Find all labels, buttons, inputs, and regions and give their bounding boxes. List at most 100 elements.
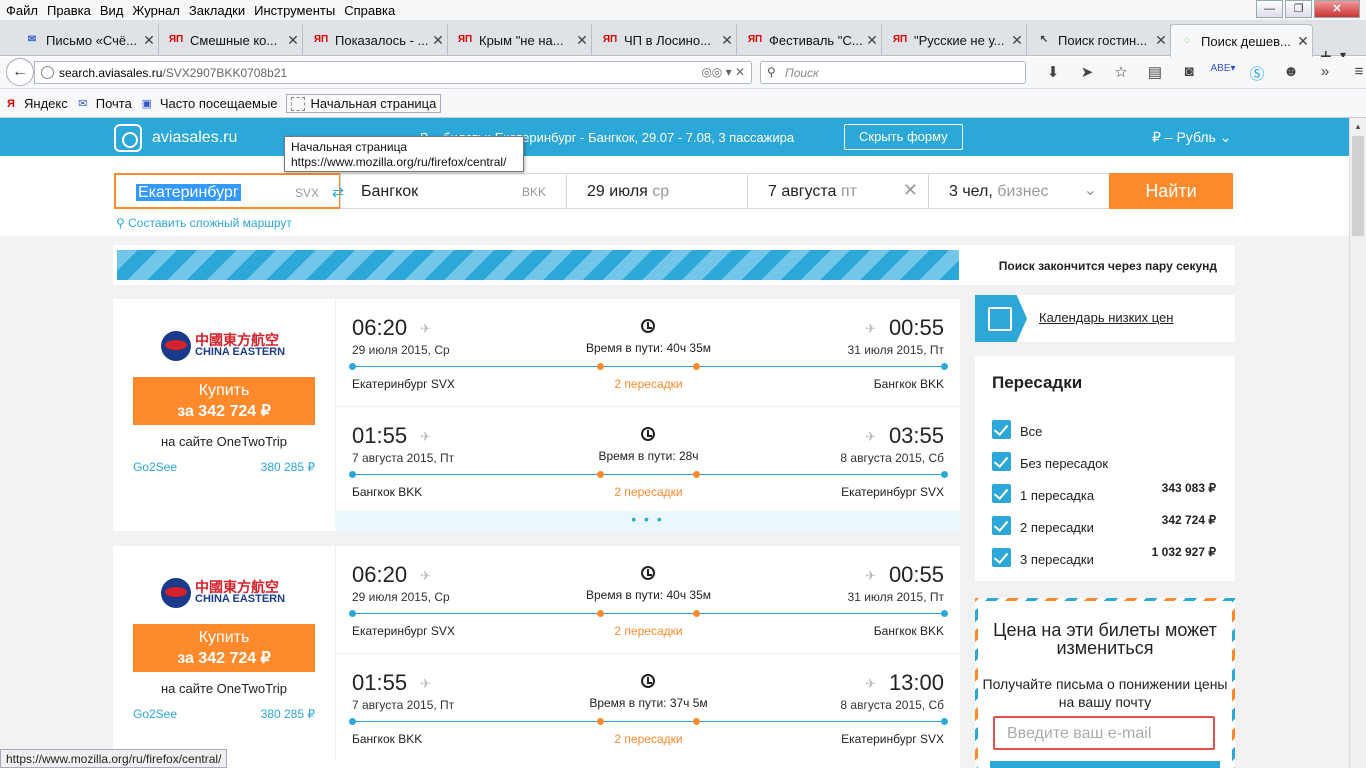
checkbox[interactable] — [992, 420, 1011, 439]
search-input[interactable]: ⚲ Поиск — [760, 61, 1026, 84]
origin-field[interactable]: Екатеринбург SVX — [114, 173, 341, 209]
menu-history[interactable]: Журнал — [132, 3, 179, 18]
tab-yap[interactable]: ЯП "Русские не у... ✕ — [884, 24, 1027, 56]
bookmark-start-page[interactable]: Начальная страница — [285, 94, 442, 113]
bookmark-star-icon[interactable]: ☆ — [1104, 63, 1138, 84]
translate-icon[interactable]: ABE▾ — [1206, 63, 1240, 84]
calendar-link[interactable]: Календарь низких цен — [1039, 310, 1173, 325]
tab-yap[interactable]: ЯП Фестиваль "С... ✕ — [739, 24, 882, 56]
close-tab-icon[interactable]: ✕ — [429, 32, 447, 49]
tab-yap[interactable]: ЯП ЧП в Лосино... ✕ — [594, 24, 737, 56]
checkbox[interactable] — [992, 516, 1011, 535]
restore-icon[interactable]: ❐ — [1285, 0, 1312, 18]
close-tab-icon[interactable]: ✕ — [140, 32, 158, 49]
buy-price: за 342 724 ₽ — [177, 403, 271, 420]
tab-aviasales[interactable]: ◌ Поиск дешев... ✕ — [1170, 24, 1313, 57]
close-tab-icon[interactable]: ✕ — [1008, 32, 1026, 49]
aviasales-logo[interactable]: aviasales.ru — [114, 124, 237, 152]
close-tab-icon[interactable]: ✕ — [863, 32, 881, 49]
close-tab-icon[interactable]: ✕ — [718, 32, 736, 49]
scroll-up-icon[interactable]: ▲ — [1354, 122, 1362, 131]
filter-all[interactable]: Все — [992, 420, 1222, 440]
hide-form-button[interactable]: Скрыть форму — [844, 124, 963, 150]
tab-mail[interactable]: ✉ Письмо «Счё... ✕ — [16, 24, 159, 56]
low-price-calendar[interactable]: Календарь низких цен — [975, 295, 1235, 342]
reader-icons[interactable]: ◎◎ ▾ ✕ — [701, 65, 745, 79]
menu-tools[interactable]: Инструменты — [254, 3, 335, 18]
filter-2-stops[interactable]: 2 пересадки 342 724 ₽ — [992, 513, 1222, 536]
buy-button[interactable]: Купить за 342 724 ₽ — [133, 377, 315, 425]
url-domain: search.aviasales.ru — [59, 65, 163, 80]
bookmark-most-visited[interactable]: ▣ Часто посещаемые — [140, 96, 278, 111]
tab-yap[interactable]: ЯП Крым "не на... ✕ — [449, 24, 592, 56]
find-button[interactable]: Найти — [1109, 173, 1233, 209]
close-tab-icon[interactable]: ✕ — [284, 32, 302, 49]
download-icon[interactable]: ⬇ — [1036, 63, 1070, 84]
menu-bookmarks[interactable]: Закладки — [189, 3, 245, 18]
checkbox[interactable] — [992, 548, 1011, 567]
pocket-icon[interactable]: ◙ — [1172, 63, 1206, 84]
flight-segment[interactable]: 01:55 ✈ 03:55 ✈ 7 августа 2015, Пт 8 авг… — [335, 406, 960, 513]
send-icon[interactable]: ➤ — [1070, 63, 1104, 84]
flight-segment[interactable]: 06:20 ✈ 00:55 ✈ 29 июля 2015, Ср 31 июля… — [335, 299, 960, 406]
filter-3-stops[interactable]: 3 пересадки 1 032 927 ₽ — [992, 545, 1222, 568]
tab-yap[interactable]: ЯП Смешные ко... ✕ — [160, 24, 303, 56]
tab-hotels[interactable]: ↖ Поиск гостин... ✕ — [1028, 24, 1171, 56]
navigation-bar: ← search.aviasales.ru/SVX2907BKK0708b21 … — [0, 57, 1366, 89]
buy-button[interactable]: Купить за 342 724 ₽ — [133, 624, 315, 672]
expand-more-button[interactable]: • • • — [335, 511, 960, 531]
page-icon — [290, 96, 305, 111]
alt-offer[interactable]: Go2See 380 285 ₽ — [133, 707, 315, 721]
departure-time: 01:55 — [352, 423, 408, 448]
menu-view[interactable]: Вид — [100, 3, 124, 18]
filter-nonstop[interactable]: Без пересадок — [992, 452, 1222, 472]
skype-icon[interactable]: Ⓢ — [1240, 63, 1274, 84]
checkbox[interactable] — [992, 484, 1011, 503]
url-bar[interactable]: search.aviasales.ru/SVX2907BKK0708b21 ◎◎… — [34, 61, 752, 84]
stop-dot — [597, 718, 604, 725]
bookmark-mail[interactable]: ✉ Почта — [76, 96, 132, 111]
flight-duration: Время в пути: 40ч 35м — [585, 341, 712, 355]
offer-panel: 中國東方航空 CHINA EASTERN Купить за 342 724 ₽ н… — [113, 299, 335, 531]
return-date-field[interactable]: 7 августа пт ✕ — [747, 173, 929, 209]
depart-date-field[interactable]: 29 июля ср — [566, 173, 748, 209]
route-dot — [941, 363, 948, 370]
checkbox[interactable] — [992, 452, 1011, 471]
chat-icon[interactable]: ☻ — [1274, 63, 1308, 84]
china-eastern-icon — [161, 331, 191, 361]
departure-time: 06:20 — [352, 562, 408, 587]
hamburger-menu-icon[interactable]: ≡ — [1342, 63, 1366, 84]
more-icon[interactable]: » — [1308, 63, 1342, 84]
close-window-icon[interactable]: ✕ — [1314, 0, 1360, 18]
clear-date-icon[interactable]: ✕ — [903, 180, 918, 201]
clipboard-icon[interactable]: ▤ — [1138, 63, 1172, 84]
close-tab-icon[interactable]: ✕ — [1152, 32, 1170, 49]
complex-route-link[interactable]: ⚲ Составить сложный маршрут — [116, 216, 292, 230]
offer-panel: 中國東方航空 CHINA EASTERN Купить за 342 724 ₽ н… — [113, 546, 335, 768]
currency-select[interactable]: ₽ – Рубль ⌄ — [1152, 129, 1231, 146]
swap-icon[interactable]: ⇄ — [332, 184, 344, 201]
flight-segment[interactable]: 01:55 ✈ 13:00 ✈ 7 августа 2015, Пт 8 авг… — [335, 653, 960, 760]
email-field[interactable]: Введите ваш e-mail — [993, 716, 1215, 750]
alt-offer[interactable]: Go2See 380 285 ₽ — [133, 460, 315, 474]
minimize-icon[interactable]: — — [1256, 0, 1283, 18]
menu-help[interactable]: Справка — [344, 3, 395, 18]
subscribe-button[interactable] — [990, 761, 1220, 768]
tooltip-title: Начальная страница — [291, 140, 408, 154]
scroll-thumb[interactable] — [1352, 136, 1364, 236]
takeoff-icon: ✈ — [420, 676, 431, 691]
menu-file[interactable]: Файл — [6, 3, 38, 18]
flight-segment[interactable]: 06:20 ✈ 00:55 ✈ 29 июля 2015, Ср 31 июля… — [335, 546, 960, 653]
tab-strip: ✉ Письмо «Счё... ✕ ЯП Смешные ко... ✕ ЯП Пока… — [0, 20, 1366, 68]
bookmark-yandex[interactable]: Я Яндекс — [4, 96, 68, 111]
close-tab-icon[interactable]: ✕ — [573, 32, 591, 49]
destination-field[interactable]: Бангкок BKK — [340, 173, 567, 209]
vertical-scrollbar[interactable]: ▲ — [1349, 118, 1366, 768]
tab-yap[interactable]: ЯП Показалось - ... ✕ — [305, 24, 448, 56]
airline-name-en: CHINA EASTERN — [195, 593, 286, 605]
close-tab-icon[interactable]: ✕ — [1294, 33, 1312, 50]
filter-1-stop[interactable]: 1 пересадка 343 083 ₽ — [992, 481, 1222, 504]
passengers-field[interactable]: 3 чел, бизнес ⌄ — [928, 173, 1110, 209]
menu-edit[interactable]: Правка — [47, 3, 91, 18]
back-icon[interactable]: ← — [6, 58, 34, 86]
